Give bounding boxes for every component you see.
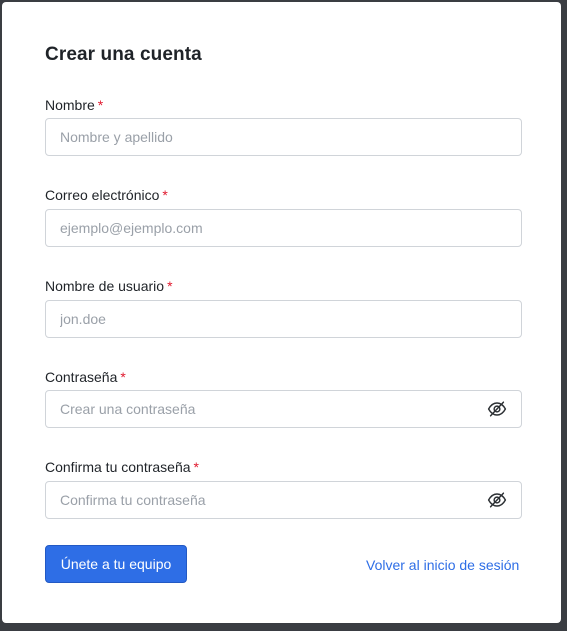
name-label-text: Nombre <box>45 97 95 113</box>
signup-card: Crear una cuenta Nombre* Correo electrón… <box>2 2 561 623</box>
username-label: Nombre de usuario * <box>45 278 173 294</box>
password-input[interactable] <box>46 391 521 427</box>
form-title: Crear una cuenta <box>45 44 202 65</box>
name-field <box>45 118 522 156</box>
password-label-text: Contraseña <box>45 369 118 385</box>
email-label: Correo electrónico * <box>45 187 168 203</box>
required-marker: * <box>193 459 199 475</box>
required-marker: * <box>162 187 168 203</box>
username-label-text: Nombre de usuario <box>45 278 165 294</box>
required-marker: * <box>97 97 104 113</box>
username-input[interactable] <box>46 301 521 337</box>
confirm-password-label: Confirma tu contraseña * <box>45 459 199 475</box>
email-field <box>45 209 522 247</box>
username-field <box>45 300 522 338</box>
password-field <box>45 390 522 428</box>
name-label: Nombre * <box>45 97 103 113</box>
name-input[interactable] <box>46 119 521 155</box>
eye-slash-icon[interactable] <box>487 401 507 417</box>
join-team-button[interactable]: Únete a tu equipo <box>45 545 187 583</box>
email-input[interactable] <box>46 210 521 246</box>
back-to-login-link[interactable]: Volver al inicio de sesión <box>366 557 519 573</box>
password-label: Contraseña * <box>45 369 126 385</box>
confirm-password-input[interactable] <box>46 482 521 518</box>
required-marker: * <box>167 278 173 294</box>
required-marker: * <box>120 369 126 385</box>
eye-slash-icon[interactable] <box>487 492 507 508</box>
email-label-text: Correo electrónico <box>45 187 160 203</box>
confirm-password-label-text: Confirma tu contraseña <box>45 459 191 475</box>
confirm-password-field <box>45 481 522 519</box>
